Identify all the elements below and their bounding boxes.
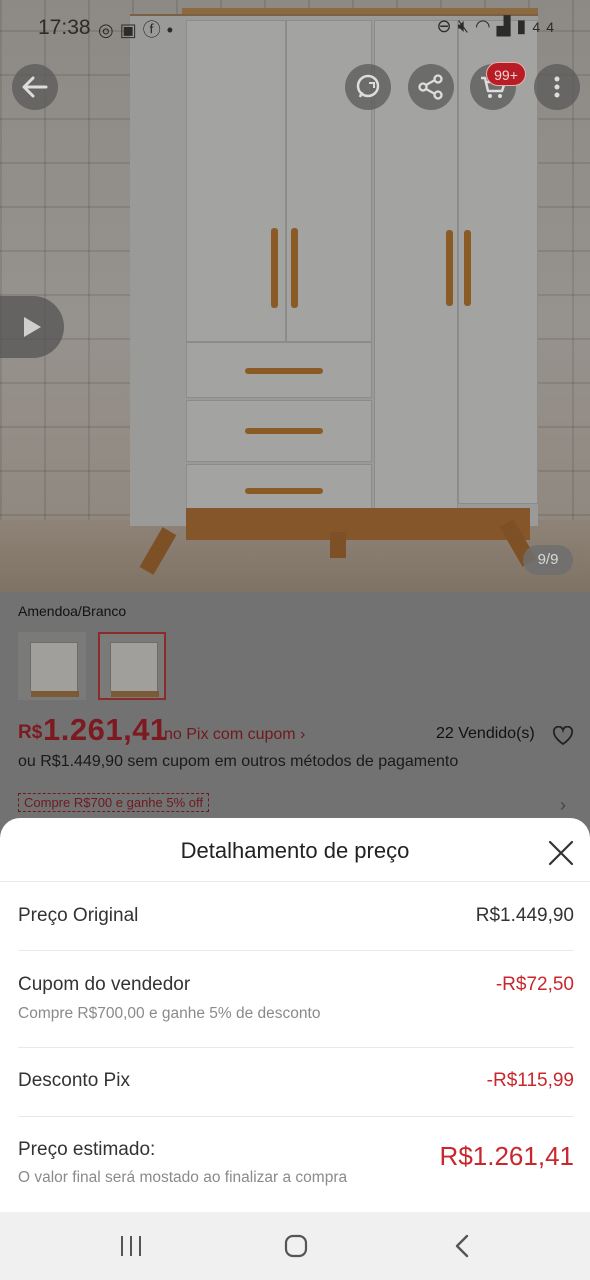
share-button[interactable] xyxy=(408,64,454,110)
notification-icon: ▣ xyxy=(119,20,143,40)
battery-icon: ▮44 xyxy=(516,16,560,36)
cart-count-badge: 99+ xyxy=(486,62,526,86)
dot-icon: • xyxy=(166,20,180,40)
estimated-price-note: O valor final será mostado ao finalizar … xyxy=(18,1169,348,1186)
divider xyxy=(18,1116,574,1117)
more-vertical-icon xyxy=(554,76,560,98)
share-icon xyxy=(418,74,443,100)
pix-coupon-link[interactable]: no Pix com cupom › xyxy=(164,726,305,744)
dnd-icon: ⊖ xyxy=(436,16,458,36)
original-price-label: Preço Original xyxy=(18,905,139,926)
whatsapp-share-button[interactable] xyxy=(345,64,391,110)
divider xyxy=(0,881,590,882)
status-system-icons: ⊖🔇︎◠▟▮44 xyxy=(437,16,560,37)
status-time: 17:38 xyxy=(38,16,91,39)
pix-discount-label: Desconto Pix xyxy=(18,1070,130,1091)
sold-count: 22 Vendido(s) xyxy=(436,725,535,742)
signal-icon: ▟ xyxy=(496,16,517,36)
divider xyxy=(18,1047,574,1048)
seller-coupon-label: Cupom do vendedor xyxy=(18,974,191,995)
alternate-price: ou R$1.449,90 sem cupom em outros método… xyxy=(18,753,459,770)
play-video-button[interactable] xyxy=(0,296,64,358)
original-price-value: R$1.449,90 xyxy=(475,905,574,926)
arrow-left-icon xyxy=(22,76,48,98)
more-options-button[interactable] xyxy=(534,64,580,110)
recent-apps-button[interactable] xyxy=(111,1228,151,1264)
recent-apps-icon xyxy=(121,1236,141,1256)
seller-coupon-description: Compre R$700,00 e ganhe 5% de desconto xyxy=(18,1005,321,1022)
facebook-icon: ⓕ xyxy=(142,20,167,40)
heart-icon xyxy=(552,725,574,746)
image-counter: 9/9 xyxy=(523,545,573,575)
back-nav-button[interactable] xyxy=(442,1228,482,1264)
sheet-title: Detalhamento de preço xyxy=(180,838,410,863)
thumb-variant-2[interactable] xyxy=(98,632,166,700)
chevron-right-icon[interactable]: › xyxy=(560,795,566,816)
home-icon xyxy=(284,1234,308,1258)
divider xyxy=(18,950,574,951)
thumb-variant-1[interactable] xyxy=(18,632,86,700)
favorite-button[interactable] xyxy=(552,725,574,751)
close-button[interactable] xyxy=(546,838,576,868)
status-bar: 17:38 ◎▣ⓕ• ⊖🔇︎◠▟▮44 xyxy=(0,0,590,56)
product-price: 1.261,41 xyxy=(43,712,168,747)
wifi-icon: ◠ xyxy=(474,16,497,36)
battery-level: 44 xyxy=(532,19,560,35)
status-notification-icons: ◎▣ⓕ• xyxy=(98,16,179,42)
home-button[interactable] xyxy=(276,1228,316,1264)
promo-tag[interactable]: Compre R$700 e ganhe 5% off xyxy=(18,793,209,812)
variant-label: Amendoa/Branco xyxy=(18,603,127,619)
back-chevron-icon xyxy=(455,1234,469,1258)
play-icon xyxy=(24,317,41,337)
pix-discount-value: -R$115,99 xyxy=(486,1070,574,1091)
back-button[interactable] xyxy=(12,64,58,110)
estimated-price-label: Preço estimado: xyxy=(18,1139,156,1160)
price-currency: R$ xyxy=(18,722,43,743)
whatsapp-icon: ◎ xyxy=(98,20,120,40)
seller-coupon-value: -R$72,50 xyxy=(495,974,574,995)
whatsapp-icon xyxy=(356,74,380,98)
mute-icon: 🔇︎ xyxy=(457,16,475,36)
close-icon xyxy=(548,840,574,866)
estimated-price-value: R$1.261,41 xyxy=(439,1141,574,1171)
